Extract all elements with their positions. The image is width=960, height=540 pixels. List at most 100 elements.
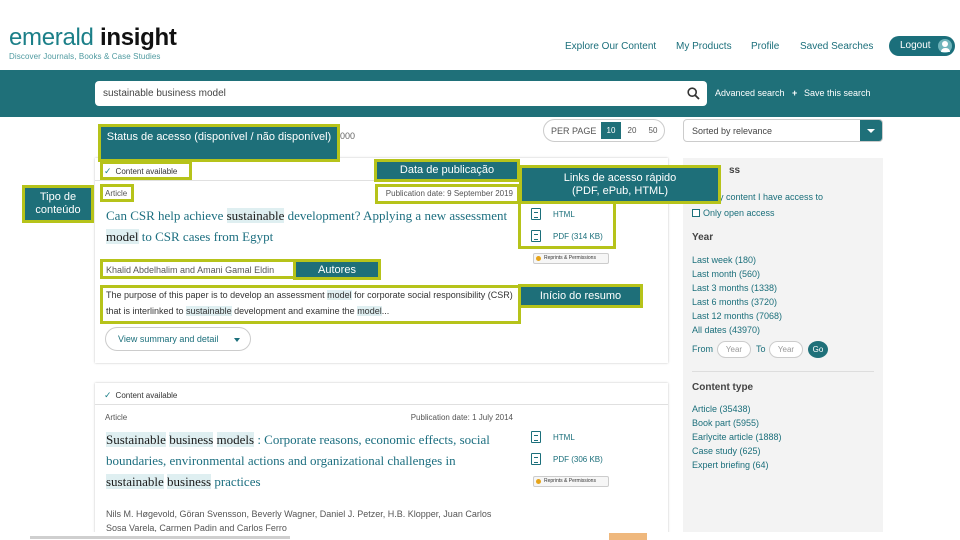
- advanced-search-link[interactable]: Advanced search: [715, 88, 785, 98]
- search-box: [95, 81, 707, 106]
- callout-content-type: Tipo de conteúdo: [22, 185, 94, 223]
- search-input[interactable]: [103, 84, 673, 103]
- go-button[interactable]: Go: [808, 341, 828, 358]
- result-card: ✓ Content available Article Publication d…: [95, 383, 668, 540]
- title-highlight: models: [216, 432, 255, 447]
- highlight-abstract-box: [100, 285, 521, 324]
- year-link[interactable]: Last month (560): [692, 269, 760, 279]
- title-text: practices: [211, 474, 261, 489]
- callout-abstract: Início do resumo: [518, 284, 643, 308]
- save-search-link[interactable]: Save this search: [804, 88, 871, 98]
- scrollbar-track[interactable]: [30, 536, 290, 539]
- title-highlight: sustainable: [106, 474, 164, 489]
- logo-insight-text: insight: [99, 24, 177, 51]
- title-text: [213, 432, 216, 447]
- sort-label: Sorted by relevance: [692, 126, 773, 136]
- divider: [692, 371, 874, 372]
- access-option-label: Only content I have access to: [705, 192, 824, 202]
- nav-saved-searches[interactable]: Saved Searches: [800, 41, 873, 52]
- title-highlight: business: [169, 432, 214, 447]
- title-highlight: business: [167, 474, 212, 489]
- highlight-type-box: [100, 184, 134, 202]
- from-year-input[interactable]: Year: [717, 341, 751, 358]
- per-page-selector: PER PAGE 10 20 50: [543, 119, 665, 142]
- per-page-label: PER PAGE: [551, 126, 597, 136]
- result-title[interactable]: Can CSR help achieve sustainable develop…: [106, 205, 516, 247]
- search-band: Advanced search + Save this search: [0, 70, 960, 117]
- from-label: From: [692, 344, 713, 354]
- view-summary-label: View summary and detail: [118, 334, 219, 344]
- reprints-button[interactable]: Reprints & Permissions: [533, 253, 609, 264]
- nav-my-products[interactable]: My Products: [676, 41, 732, 52]
- checkbox-icon: [692, 209, 700, 217]
- year-link[interactable]: Last week (180): [692, 255, 756, 265]
- per-page-option-20[interactable]: 20: [622, 122, 642, 139]
- divider: [95, 404, 668, 405]
- result-count-fragment: 000: [340, 131, 356, 141]
- result-title[interactable]: Sustainable business models : Corporate …: [106, 429, 516, 492]
- content-type-link[interactable]: Earlycite article (1888): [692, 432, 782, 442]
- view-summary-button[interactable]: View summary and detail: [105, 327, 251, 351]
- year-link[interactable]: Last 6 months (3720): [692, 297, 777, 307]
- content-type: Article: [105, 413, 128, 422]
- per-page-option-50[interactable]: 50: [643, 122, 663, 139]
- content-type-link[interactable]: Expert briefing (64): [692, 460, 769, 470]
- chevron-down-icon: [860, 120, 882, 141]
- callout-pubdate: Data de publicação: [374, 159, 520, 182]
- highlight-links-box: [518, 201, 616, 249]
- filter-open-access-option[interactable]: Only open access: [692, 208, 775, 218]
- highlight-status-box: [100, 161, 192, 180]
- title-highlight: model: [106, 229, 139, 244]
- callout-status: Status de acesso (disponível / não dispo…: [98, 124, 340, 162]
- plus-icon: +: [792, 88, 798, 98]
- per-page-option-10[interactable]: 10: [601, 122, 621, 139]
- content-type-heading: Content type: [692, 382, 754, 393]
- nav-explore-content[interactable]: Explore Our Content: [565, 41, 656, 52]
- nav-profile[interactable]: Profile: [751, 41, 779, 52]
- highlight-authors-box: [100, 259, 296, 279]
- pdf-link[interactable]: PDF (306 KB): [553, 455, 603, 464]
- title-highlight: Sustainable: [106, 432, 166, 447]
- content-type-link[interactable]: Case study (625): [692, 446, 761, 456]
- search-icon[interactable]: [687, 87, 700, 100]
- result-authors: Nils M. Høgevold, Göran Svensson, Beverl…: [106, 509, 492, 533]
- title-text: development? Applying a new assessment: [284, 208, 508, 223]
- logo-tagline: Discover Journals, Books & Case Studies: [9, 52, 161, 61]
- year-link[interactable]: Last 3 months (1338): [692, 283, 777, 293]
- availability-status: ✓ Content available: [104, 390, 177, 401]
- reprints-button[interactable]: Reprints & Permissions: [533, 476, 609, 487]
- year-link[interactable]: All dates (43970): [692, 325, 760, 335]
- access-filter-heading: ss: [729, 165, 741, 176]
- caret-down-icon: [234, 338, 240, 342]
- to-year-input[interactable]: Year: [769, 341, 803, 358]
- horizontal-scrollbar[interactable]: [0, 532, 960, 540]
- open-access-label: Only open access: [703, 208, 775, 218]
- year-heading: Year: [692, 232, 714, 243]
- title-text: Can CSR help achieve: [106, 208, 227, 223]
- content-type-link[interactable]: Book part (5955): [692, 418, 759, 428]
- html-link[interactable]: HTML: [553, 433, 575, 442]
- orange-tab: [609, 533, 647, 540]
- check-icon: ✓: [104, 390, 112, 400]
- user-icon: [938, 39, 952, 53]
- pdf-doc-icon: [531, 453, 541, 465]
- emerald-insight-logo[interactable]: emerald insight Discover Journals, Books…: [9, 24, 177, 62]
- availability-label: Content available: [115, 391, 178, 400]
- filter-access-option[interactable]: Only content I have access to: [705, 192, 823, 202]
- filter-sidebar: ss Only content I have access to Only op…: [683, 158, 883, 540]
- highlight-date-box: [375, 184, 520, 204]
- callout-quick-links: Links de acesso rápido (PDF, ePub, HTML): [519, 165, 721, 204]
- callout-authors: Autores: [293, 259, 381, 280]
- html-doc-icon: [531, 431, 541, 443]
- logout-button[interactable]: Logout: [889, 36, 955, 56]
- title-text: to CSR cases from Egypt: [138, 229, 274, 244]
- logo-emerald-text: emerald: [9, 24, 94, 51]
- content-type-link[interactable]: Article (35438): [692, 404, 751, 414]
- site-header: emerald insight Discover Journals, Books…: [0, 0, 960, 70]
- logout-label: Logout: [900, 40, 931, 51]
- publication-date: Publication date: 1 July 2014: [410, 413, 513, 422]
- to-label: To: [756, 344, 766, 354]
- year-link[interactable]: Last 12 months (7068): [692, 311, 782, 321]
- sort-select[interactable]: Sorted by relevance: [683, 119, 883, 142]
- title-highlight: sustainable: [226, 208, 285, 223]
